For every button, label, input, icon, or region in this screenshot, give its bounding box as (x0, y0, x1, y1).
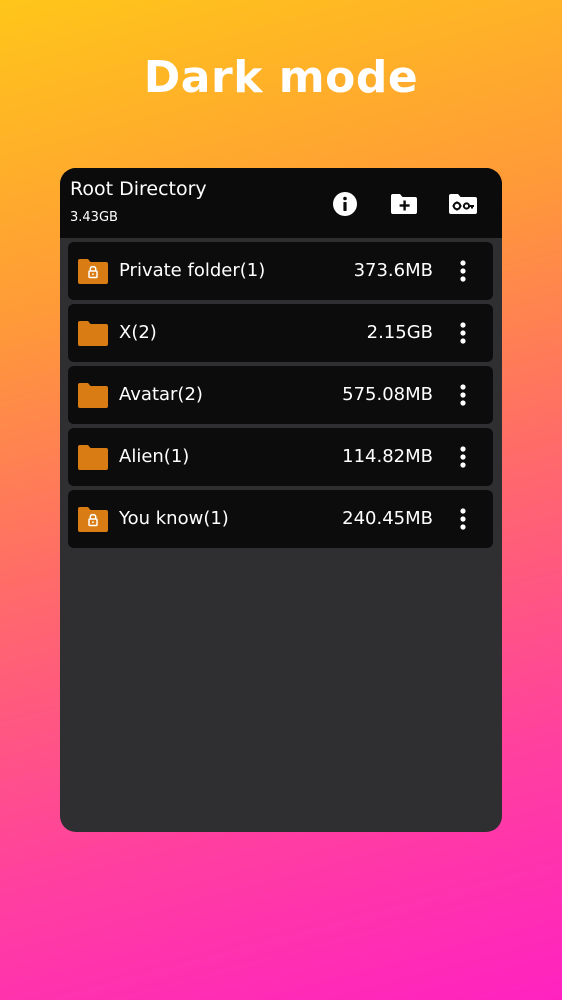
info-button[interactable] (330, 189, 360, 219)
folder-name: Alien(1) (119, 446, 190, 467)
secure-folder-button[interactable] (448, 189, 478, 219)
folder-size: 114.82MB (342, 446, 433, 467)
info-icon (333, 192, 357, 216)
folder-row[interactable]: X(2) 2.15GB (68, 304, 493, 362)
headline: Dark mode (143, 52, 419, 103)
folder-row[interactable]: Private folder(1) 373.6MB (68, 242, 493, 300)
directory-title: Root Directory (70, 178, 207, 200)
more-options-button[interactable] (451, 507, 475, 531)
more-options-button[interactable] (451, 383, 475, 407)
folder-name: X(2) (119, 322, 157, 343)
folder-icon (78, 445, 108, 470)
folder-list: Private folder(1) 373.6MB X(2) 2.15GB Av… (68, 242, 493, 552)
folder-key-icon (449, 194, 477, 214)
more-options-button[interactable] (451, 321, 475, 345)
folder-icon (78, 383, 108, 408)
folder-size: 2.15GB (366, 322, 433, 343)
new-folder-icon (391, 194, 417, 214)
more-vert-icon (460, 508, 466, 530)
folder-name: Avatar(2) (119, 384, 203, 405)
more-vert-icon (460, 446, 466, 468)
folder-row[interactable]: You know(1) 240.45MB (68, 490, 493, 548)
more-options-button[interactable] (451, 259, 475, 283)
folder-size: 575.08MB (342, 384, 433, 405)
folder-row[interactable]: Avatar(2) 575.08MB (68, 366, 493, 424)
locked-folder-icon (78, 259, 108, 284)
folder-icon (78, 321, 108, 346)
phone-screen: Root Directory 3.43GB Private folder(1) … (60, 168, 502, 832)
folder-name: You know(1) (119, 508, 229, 529)
more-vert-icon (460, 260, 466, 282)
app-bar: Root Directory 3.43GB (60, 168, 502, 238)
folder-size: 373.6MB (353, 260, 433, 281)
directory-size: 3.43GB (70, 210, 118, 225)
folder-row[interactable]: Alien(1) 114.82MB (68, 428, 493, 486)
folder-size: 240.45MB (342, 508, 433, 529)
more-vert-icon (460, 384, 466, 406)
folder-name: Private folder(1) (119, 260, 266, 281)
more-vert-icon (460, 322, 466, 344)
new-folder-button[interactable] (389, 189, 419, 219)
more-options-button[interactable] (451, 445, 475, 469)
locked-folder-icon (78, 507, 108, 532)
